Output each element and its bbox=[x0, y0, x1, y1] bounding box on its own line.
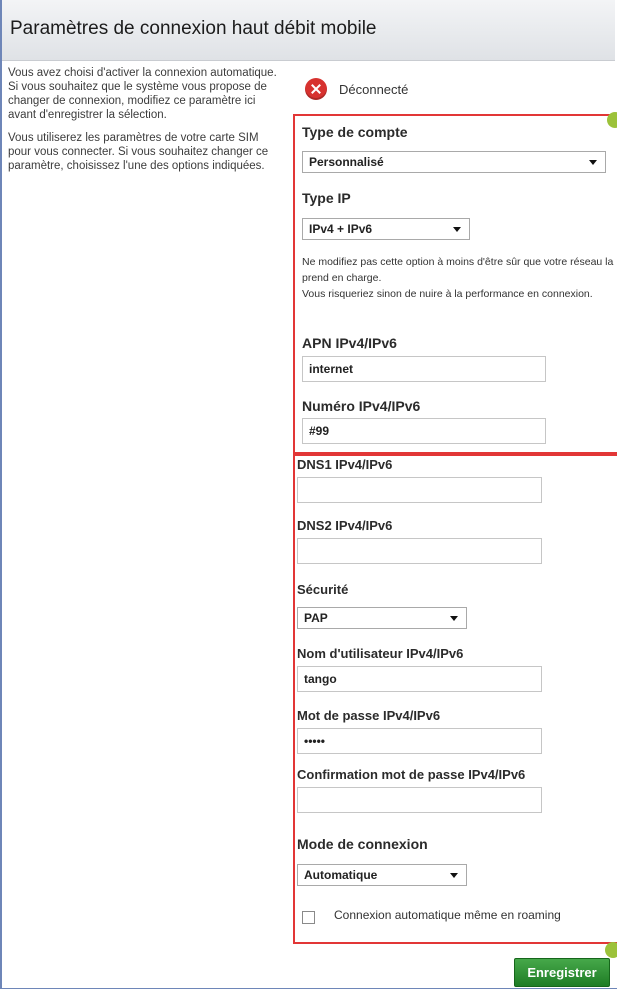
username-input[interactable]: tango bbox=[297, 666, 542, 692]
chevron-down-icon bbox=[450, 873, 458, 878]
ip-type-label: Type IP bbox=[302, 190, 351, 206]
error-x-icon bbox=[305, 78, 327, 100]
username-label: Nom d'utilisateur IPv4/IPv6 bbox=[297, 646, 464, 661]
save-button[interactable]: Enregistrer bbox=[514, 958, 610, 987]
security-label: Sécurité bbox=[297, 582, 349, 597]
security-select[interactable]: PAP bbox=[297, 607, 467, 629]
note-line-1: Ne modifiez pas cette option à moins d'ê… bbox=[302, 256, 614, 284]
ip-type-select[interactable]: IPv4 + IPv6 bbox=[302, 218, 470, 240]
account-type-value: Personnalisé bbox=[309, 155, 384, 169]
chevron-down-icon bbox=[589, 160, 597, 165]
ip-type-note: Ne modifiez pas cette option à moins d'ê… bbox=[302, 254, 617, 302]
page-title: Paramètres de connexion haut débit mobil… bbox=[10, 18, 377, 39]
password-confirm-input[interactable] bbox=[297, 787, 542, 813]
ip-type-value: IPv4 + IPv6 bbox=[309, 222, 373, 236]
roaming-checkbox-label: Connexion automatique même en roaming bbox=[334, 908, 561, 922]
dns2-input[interactable] bbox=[297, 538, 542, 564]
help-paragraph-1: Vous avez choisi d'activer la connexion … bbox=[8, 67, 277, 121]
apn-input[interactable]: internet bbox=[302, 356, 546, 382]
password-label: Mot de passe IPv4/IPv6 bbox=[297, 708, 441, 723]
callout-dot-2 bbox=[605, 942, 617, 958]
dns1-label: DNS1 IPv4/IPv6 bbox=[297, 457, 393, 472]
connection-mode-value: Automatique bbox=[304, 868, 378, 882]
note-line-2: Vous risqueriez sinon de nuire à la perf… bbox=[302, 288, 593, 300]
apn-label: APN IPv4/IPv6 bbox=[302, 335, 397, 351]
password-input[interactable]: ••••• bbox=[297, 728, 542, 754]
account-type-label: Type de compte bbox=[302, 124, 408, 140]
connection-mode-select[interactable]: Automatique bbox=[297, 864, 467, 886]
page-header: Paramètres de connexion haut débit mobil… bbox=[2, 0, 615, 61]
chevron-down-icon bbox=[450, 616, 458, 621]
dns1-input[interactable] bbox=[297, 477, 542, 503]
account-type-select[interactable]: Personnalisé bbox=[302, 151, 606, 173]
status-text: Déconnecté bbox=[339, 82, 409, 97]
number-input[interactable]: #99 bbox=[302, 418, 546, 444]
connection-mode-label: Mode de connexion bbox=[297, 836, 428, 852]
password-confirm-label: Confirmation mot de passe IPv4/IPv6 bbox=[297, 767, 526, 782]
chevron-down-icon bbox=[453, 227, 461, 232]
help-paragraph-2: Vous utiliserez les paramètres de votre … bbox=[8, 132, 269, 172]
sidebar-help: Vous avez choisi d'activer la connexion … bbox=[8, 66, 278, 182]
roaming-checkbox[interactable] bbox=[302, 911, 315, 924]
security-value: PAP bbox=[304, 611, 328, 625]
dns2-label: DNS2 IPv4/IPv6 bbox=[297, 518, 393, 533]
number-label: Numéro IPv4/IPv6 bbox=[302, 398, 421, 414]
callout-dot-1 bbox=[607, 112, 617, 128]
